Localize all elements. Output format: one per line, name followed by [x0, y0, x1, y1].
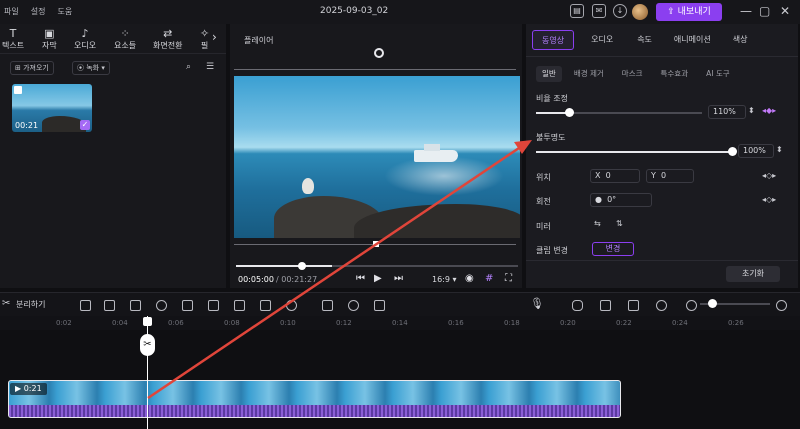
- annotation-arrow: [147, 140, 532, 400]
